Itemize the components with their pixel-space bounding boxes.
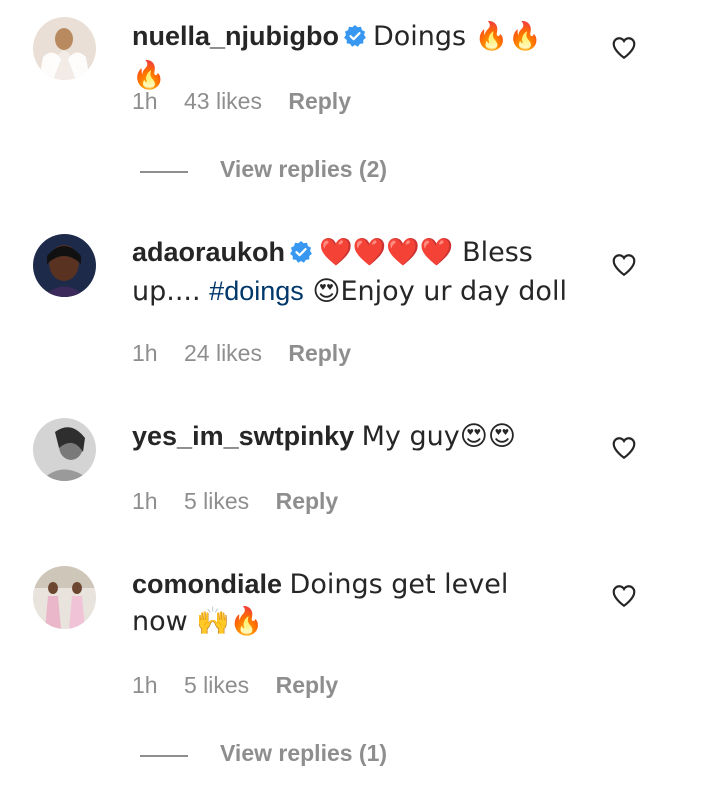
verified-badge-icon [343,21,367,57]
avatar[interactable] [33,17,96,80]
reply-button[interactable]: Reply [276,672,339,698]
heart-outline-icon[interactable] [611,435,637,461]
heart-outline-icon[interactable] [611,583,637,609]
comment-body: yes_im_swtpinky My guy😍😍 [132,418,572,455]
verified-badge-icon [289,237,313,273]
divider-line [140,755,188,757]
comment-username[interactable]: comondiale [132,569,282,599]
avatar[interactable] [33,566,96,629]
reply-button[interactable]: Reply [288,88,351,114]
comment-meta: 1h 5 likes Reply [132,672,338,699]
reply-button[interactable]: Reply [288,340,351,366]
comment-time: 1h [132,488,158,514]
comment-body: nuella_njubigbo Doings 🔥🔥🔥 [132,18,572,94]
comment-meta: 1h 5 likes Reply [132,488,338,515]
heart-outline-icon[interactable] [611,35,637,61]
comment-likes[interactable]: 24 likes [184,340,262,366]
comment-meta: 1h 24 likes Reply [132,340,351,367]
comment-username[interactable]: nuella_njubigbo [132,21,339,51]
hashtag-link[interactable]: #doings [209,276,304,306]
comment-text-continued: 😍Enjoy ur day doll [303,276,567,307]
view-replies-label: View replies (1) [220,740,388,766]
comment-time: 1h [132,672,158,698]
comment-text: My guy😍😍 [361,421,517,452]
comment-time: 1h [132,88,158,114]
comment-likes[interactable]: 5 likes [184,672,249,698]
divider-line [140,171,188,173]
avatar[interactable] [33,418,96,481]
comment-username[interactable]: adaoraukoh [132,237,285,267]
heart-outline-icon[interactable] [611,252,637,278]
view-replies-label: View replies (2) [220,156,388,182]
comment-username[interactable]: yes_im_swtpinky [132,421,354,451]
reply-button[interactable]: Reply [276,488,339,514]
comment-body: comondiale Doings get level now 🙌🔥 [132,566,572,640]
comment-likes[interactable]: 43 likes [184,88,262,114]
comment-time: 1h [132,340,158,366]
comment-likes[interactable]: 5 likes [184,488,249,514]
comment-body: adaoraukoh ❤️❤️❤️❤️ Bless up.... #doings … [132,234,572,310]
avatar[interactable] [33,234,96,297]
comment-meta: 1h 43 likes Reply [132,88,351,115]
